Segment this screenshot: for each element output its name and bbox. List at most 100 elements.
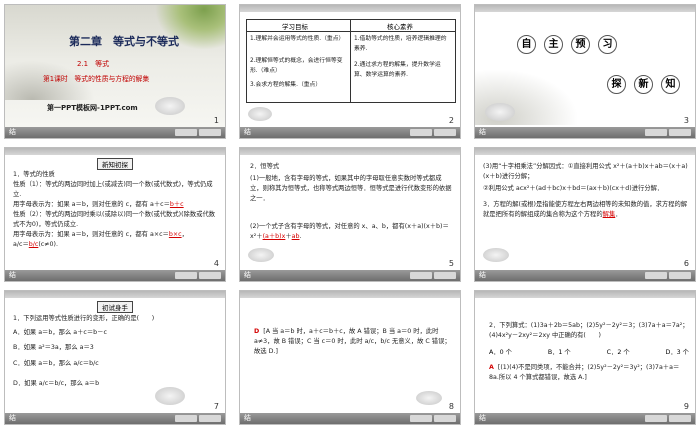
answer-letter: D xyxy=(254,328,260,335)
text-line: 用字母表示为：如果 a＝b，则对任意的 c，都有 a＋c＝b＋c xyxy=(13,200,219,210)
slide-thumbnail-7[interactable]: 初试身手 1．下列运用等式性质进行的变形，正确的是( ) A．如果 a＝b，那么… xyxy=(4,290,226,425)
nav-button[interactable] xyxy=(434,129,456,136)
options-row: A．0 个 B．1 个 C．2 个 D．3 个 xyxy=(489,347,689,356)
goals-table: 学习目标 核心素养 1.理解并会运用等式的性质.（重点） 2.理解恒等式的概念，… xyxy=(246,19,456,103)
text-span: . xyxy=(299,233,302,240)
question-text: 2．下列算式：(1)3a＋2b＝5ab；(2)5y²－2y²＝3；(3)7a＋a… xyxy=(489,322,689,339)
header-literacy: 核心素养 xyxy=(387,23,413,31)
nav-button[interactable] xyxy=(645,415,667,422)
slide-footer-bar: 结 xyxy=(240,270,460,281)
slide-number: 5 xyxy=(448,259,454,268)
nav-button[interactable] xyxy=(669,272,691,279)
footer-label: 结 xyxy=(244,271,251,279)
footer-label: 结 xyxy=(479,128,486,136)
slide-thumbnail-5[interactable]: 2．恒等式 (1)一般地，含有字母的等式，如果其中的字母取任意实数时等式都成立，… xyxy=(239,147,461,282)
slide-thumbnail-3[interactable]: 自 主 预 习 探 新 知 结 3 xyxy=(474,4,696,139)
literacy-2: 2.通过求方程的解集，提升数学运算、数学运算的素养. xyxy=(354,62,441,78)
slide-footer-bar: 结 xyxy=(5,270,225,281)
preview-heading: 自 主 预 习 xyxy=(517,35,617,54)
lotus-decoration xyxy=(155,387,185,405)
option-b: B．1 个 xyxy=(547,349,571,356)
slide-thumbnail-8[interactable]: D [A 当 a＝b 时，a＋c＝b＋c，故 A 错误；B 当 a＝0 时，此时 … xyxy=(239,290,461,425)
slide-thumbnail-9[interactable]: 2．下列算式：(1)3a＋2b＝5ab；(2)5y²－2y²＝3；(3)7a＋a… xyxy=(474,290,696,425)
answer-explanation: D [A 当 a＝b 时，a＋c＝b＋c，故 A 错误；B 当 a＝0 时，此时 … xyxy=(254,327,454,357)
heading-char: 预 xyxy=(571,35,590,54)
literacy-1: 1.借助等式的性质，培养逻辑推理的素养. xyxy=(354,36,447,52)
lesson-title: 第1课时 等式的性质与方程的解集 xyxy=(43,75,150,83)
option-b: B．如果 a²＝3a，那么 a＝3 xyxy=(13,344,94,351)
option-c: C．2 个 xyxy=(606,349,630,356)
goal-3: 3.会求方程的解集.（重点） xyxy=(250,82,322,88)
nav-button[interactable] xyxy=(434,272,456,279)
text-line: 1．等式的性质 xyxy=(13,171,55,178)
goal-1: 1.理解并会运用等式的性质.（重点） xyxy=(250,36,345,42)
slide-thumbnail-4[interactable]: 新知初探 1．等式的性质 性质（1）：等式的两边同时加上(或减去)同一个数(或代… xyxy=(4,147,226,282)
text-line: (3)用“十字相乘法”分解因式：①直接利用公式 x²＋(a＋b)x＋ab＝(x＋… xyxy=(483,163,688,180)
slide-footer-bar: 结 xyxy=(475,413,695,424)
nav-button[interactable] xyxy=(669,415,691,422)
text-line: 用字母表示为：如果 a＝b，则对任意的 c，都有 a×c＝b×c， xyxy=(13,230,219,240)
nav-button[interactable] xyxy=(410,129,432,136)
text-line: 性质（1）：等式的两边同时加上(或减去)同一个数(或代数式)，等式仍成立. xyxy=(13,181,213,198)
nav-button[interactable] xyxy=(175,272,197,279)
nav-button[interactable] xyxy=(199,272,221,279)
slide-footer-bar: 结 xyxy=(5,127,225,138)
nav-button[interactable] xyxy=(175,129,197,136)
lotus-decoration xyxy=(248,248,274,262)
answer-blank: b/c xyxy=(28,241,39,248)
slide-thumbnail-2[interactable]: 学习目标 核心素养 1.理解并会运用等式的性质.（重点） 2.理解恒等式的概念，… xyxy=(239,4,461,139)
nav-button[interactable] xyxy=(410,272,432,279)
top-strip xyxy=(475,5,695,12)
heading-char: 新 xyxy=(634,75,653,94)
option-d: D．如果 a/c＝b/c，那么 a＝b xyxy=(13,380,100,387)
text-line: 3．方程的解(或根)是指能使方程左右两边相等的未知数的值，求方程的解就是把所有的… xyxy=(483,200,691,220)
heading-char: 探 xyxy=(607,75,626,94)
nav-button[interactable] xyxy=(645,272,667,279)
slide-number: 3 xyxy=(683,116,689,125)
nav-button[interactable] xyxy=(434,415,456,422)
top-strip xyxy=(5,291,225,298)
nav-button[interactable] xyxy=(669,129,691,136)
nav-button[interactable] xyxy=(199,415,221,422)
goal-2: 2.理解恒等式的概念，会进行恒等变形.（难点） xyxy=(250,58,343,74)
top-strip xyxy=(475,291,695,298)
section-tag: 初试身手 xyxy=(97,301,133,313)
nav-button[interactable] xyxy=(645,129,667,136)
slide-number: 7 xyxy=(213,402,219,411)
slide-thumbnail-1[interactable]: 第二章 等式与不等式 2.1 等式 第1课时 等式的性质与方程的解集 第一PPT… xyxy=(4,4,226,139)
heading-char: 知 xyxy=(661,75,680,94)
top-strip xyxy=(240,291,460,298)
heading-char: 习 xyxy=(598,35,617,54)
top-strip xyxy=(240,5,460,12)
top-strip xyxy=(240,148,460,155)
nav-button[interactable] xyxy=(175,415,197,422)
question-text: 1．下列运用等式性质进行的变形，正确的是( ) xyxy=(13,315,155,322)
answer-blank: b×c xyxy=(168,231,182,238)
text-line: 性质（2）：等式的两边同时乘以(或除以)同一个数(或代数式)(除数或代数式不为0… xyxy=(13,211,216,228)
nav-button[interactable] xyxy=(199,129,221,136)
site-watermark: 第一PPT模板网-1PPT.com xyxy=(47,104,138,112)
option-a: A．如果 a＝b，那么 a＋c＝b－c xyxy=(13,329,107,336)
footer-label: 结 xyxy=(9,414,16,422)
option-d: D．3 个 xyxy=(665,349,689,356)
answer-letter: A xyxy=(489,364,494,371)
text-span: 用字母表示为：如果 a＝b，则对任意的 c，都有 a＋c＝ xyxy=(13,201,170,208)
nav-button[interactable] xyxy=(410,415,432,422)
option-a: A．0 个 xyxy=(489,349,512,356)
slide-thumbnail-6[interactable]: (3)用“十字相乘法”分解因式：①直接利用公式 x²＋(a＋b)x＋ab＝(x＋… xyxy=(474,147,696,282)
text-line: a/c＝b/c(c≠0). xyxy=(13,240,219,250)
heading-char: 自 xyxy=(517,35,536,54)
footer-label: 结 xyxy=(479,271,486,279)
section-tag: 新知初探 xyxy=(97,158,133,170)
text-line: ②利用公式 acx²＋(ad＋bc)x＋bd＝(ax＋b)(cx＋d)进行分解． xyxy=(483,185,664,192)
footer-label: 结 xyxy=(9,128,16,136)
footer-label: 结 xyxy=(9,271,16,279)
slide-number: 2 xyxy=(448,116,454,125)
answer-explanation: A [(1)(4)不是同类项，不能合并；(2)5y²－2y²＝3y²；(3)7a＋… xyxy=(489,363,689,383)
lotus-decoration xyxy=(248,107,272,121)
slide-number: 6 xyxy=(683,259,689,268)
slide-footer-bar: 结 xyxy=(475,127,695,138)
text-span: (c≠0). xyxy=(38,241,59,248)
slide-number: 8 xyxy=(448,402,454,411)
slide-footer-bar: 结 xyxy=(475,270,695,281)
